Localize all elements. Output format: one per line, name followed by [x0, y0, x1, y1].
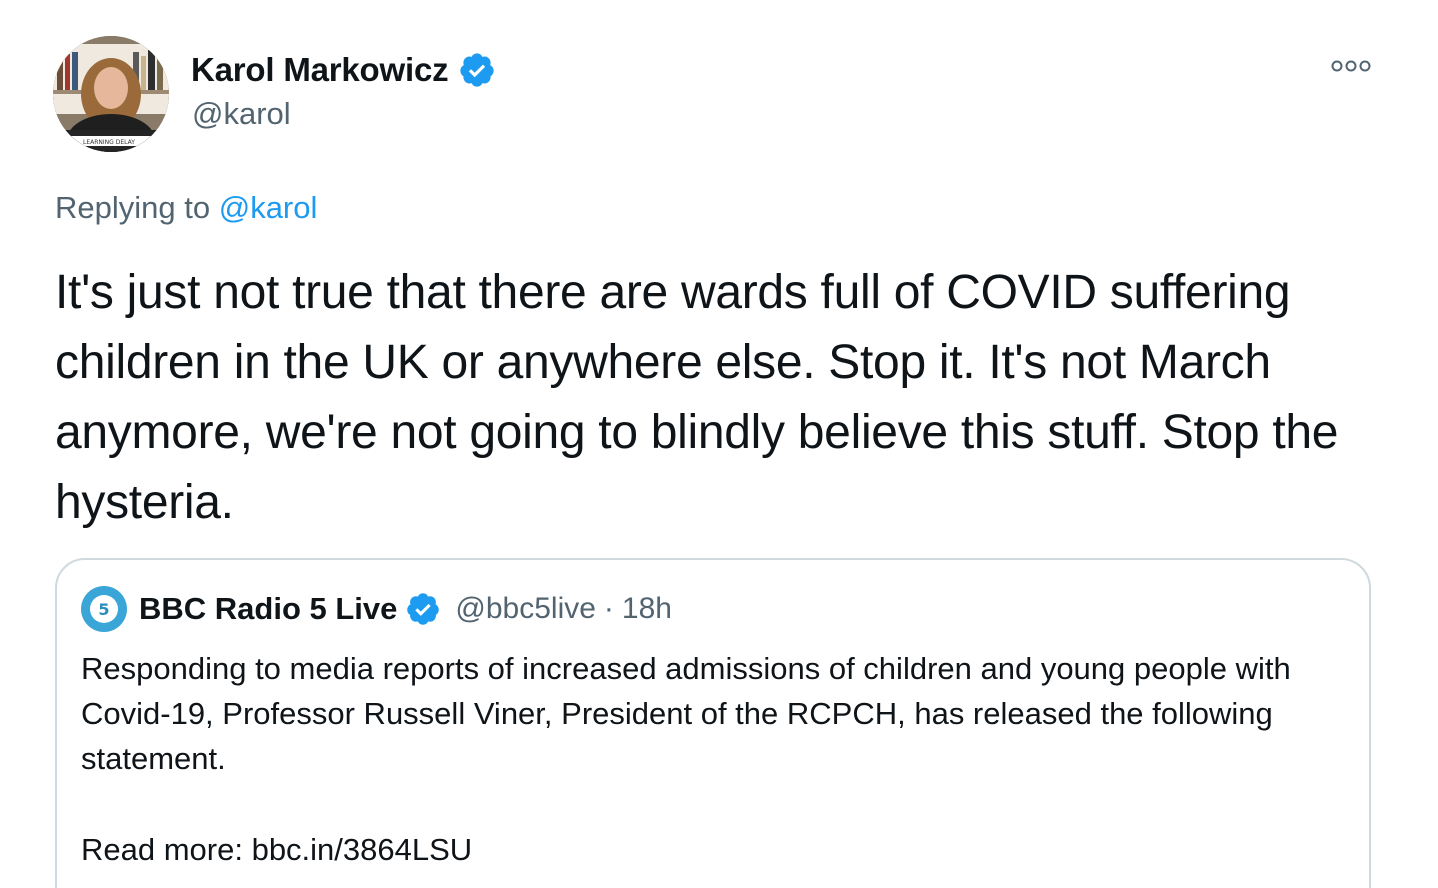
- quoted-avatar-logo: 5: [90, 595, 118, 623]
- quoted-author-handle[interactable]: @bbc5live: [455, 592, 596, 626]
- author-avatar-image: LEARNING DELAY: [53, 36, 169, 152]
- quoted-separator: ·: [603, 592, 614, 625]
- quoted-tweet-text: Responding to media reports of increased…: [81, 651, 1291, 776]
- quoted-tweet-card[interactable]: 5 BBC Radio 5 Live @bbc5live · 18h Respo…: [55, 558, 1371, 888]
- replying-to-label: Replying to: [55, 190, 211, 225]
- author-handle[interactable]: @karol: [192, 96, 291, 132]
- replying-to-link[interactable]: @karol: [219, 190, 318, 225]
- quoted-tweet-body: Responding to media reports of increased…: [81, 646, 1341, 872]
- quoted-timestamp[interactable]: 18h: [622, 592, 672, 626]
- more-options-icon[interactable]: [1330, 56, 1372, 76]
- tweet-page: LEARNING DELAY Karol Markowicz @karol Re…: [0, 0, 1438, 888]
- tweet-text: It's just not true that there are wards …: [55, 266, 1339, 529]
- quoted-tweet-header: 5 BBC Radio 5 Live @bbc5live · 18h: [81, 586, 672, 632]
- quoted-read-more: Read more: bbc.in/3864LSU: [81, 832, 473, 867]
- verified-badge-icon: [407, 593, 440, 625]
- author-name-row: Karol Markowicz: [191, 48, 496, 92]
- quoted-author-name[interactable]: BBC Radio 5 Live: [139, 591, 397, 627]
- replying-to: Replying to @karol: [55, 190, 317, 226]
- verified-badge-icon: [460, 53, 495, 87]
- author-avatar[interactable]: LEARNING DELAY: [53, 36, 169, 152]
- quoted-author-avatar[interactable]: 5: [81, 586, 127, 632]
- author-name[interactable]: Karol Markowicz: [191, 51, 449, 89]
- avatar-caption: LEARNING DELAY: [83, 139, 135, 146]
